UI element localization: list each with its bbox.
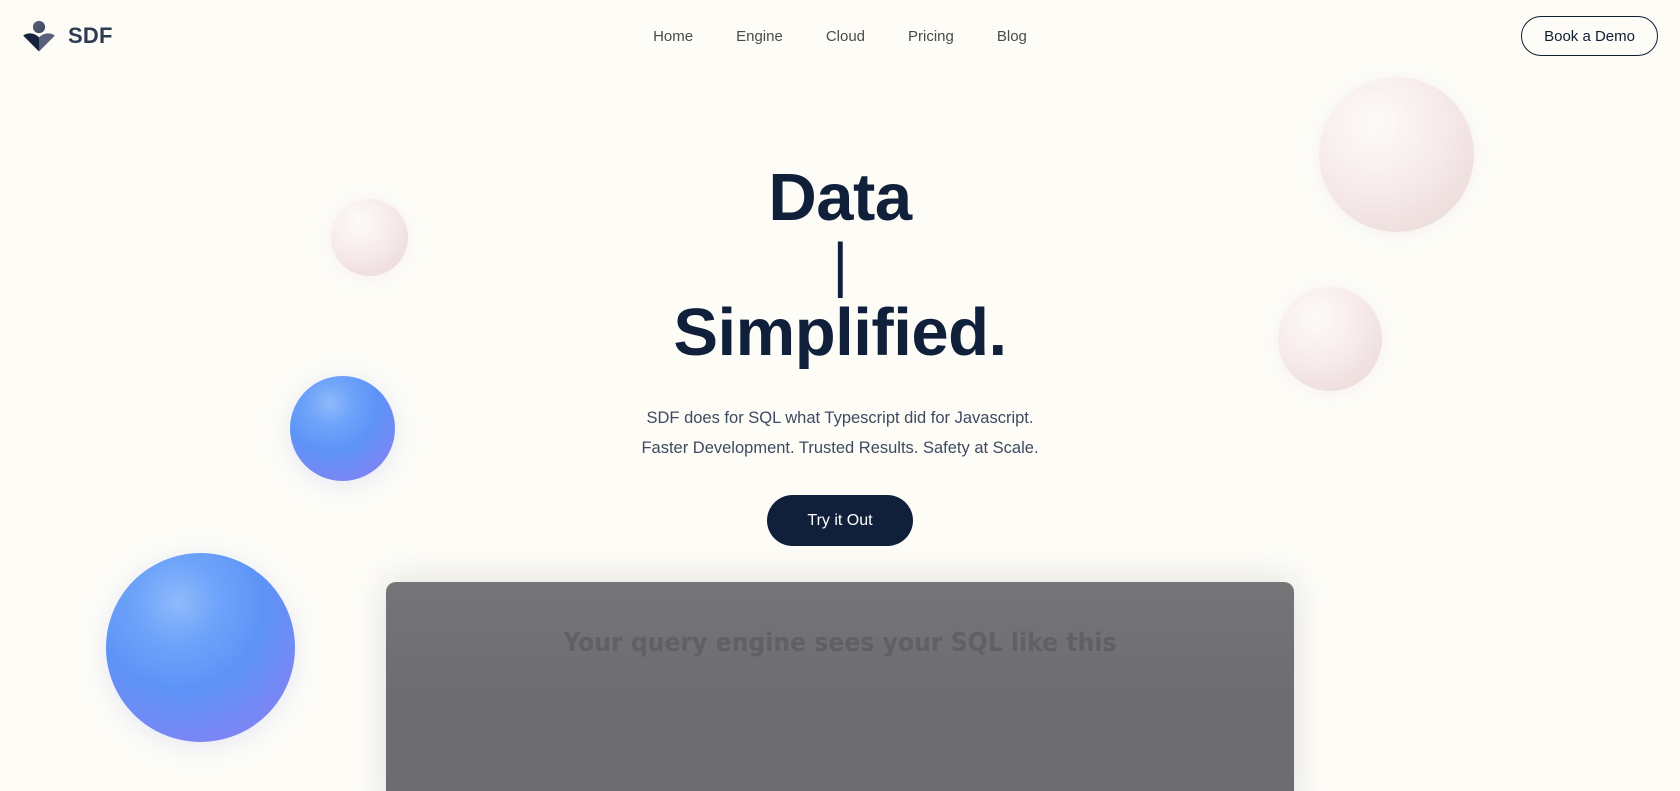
book-a-demo-button[interactable]: Book a Demo xyxy=(1521,16,1658,56)
hero-subtitle-line-1: SDF does for SQL what Typescript did for… xyxy=(646,409,1034,428)
preview-card-wrapper: Your query engine sees your SQL like thi… xyxy=(0,582,1680,791)
nav-item-home[interactable]: Home xyxy=(639,23,707,50)
preview-card-title: Your query engine sees your SQL like thi… xyxy=(563,628,1117,659)
site-header: SDF Home Engine Cloud Pricing Blog Book … xyxy=(0,0,1680,72)
nav-item-cloud[interactable]: Cloud xyxy=(812,23,879,50)
headline-divider-pipe: | xyxy=(832,231,848,299)
nav-item-engine[interactable]: Engine xyxy=(722,23,797,50)
landing-page: SDF Home Engine Cloud Pricing Blog Book … xyxy=(0,0,1680,791)
try-it-out-button[interactable]: Try it Out xyxy=(767,495,913,547)
brand-logo-link[interactable]: SDF xyxy=(22,20,113,52)
primary-navigation: Home Engine Cloud Pricing Blog xyxy=(0,0,1680,72)
page-title: Data | Simplified. xyxy=(673,160,1007,371)
headline-line-2: Simplified. xyxy=(673,295,1007,371)
hero-subtitle-line-2: Faster Development. Trusted Results. Saf… xyxy=(641,438,1039,457)
query-engine-preview-card[interactable]: Your query engine sees your SQL like thi… xyxy=(386,582,1294,791)
hero-section: Data | Simplified. SDF does for SQL what… xyxy=(0,72,1680,547)
nav-item-blog[interactable]: Blog xyxy=(983,23,1041,50)
nav-item-pricing[interactable]: Pricing xyxy=(894,23,968,50)
brand-name: SDF xyxy=(68,23,113,48)
hero-subtitle: SDF does for SQL what Typescript did for… xyxy=(641,404,1038,463)
sdf-person-logo-icon xyxy=(22,20,56,52)
headline-line-1: Data xyxy=(768,160,912,235)
